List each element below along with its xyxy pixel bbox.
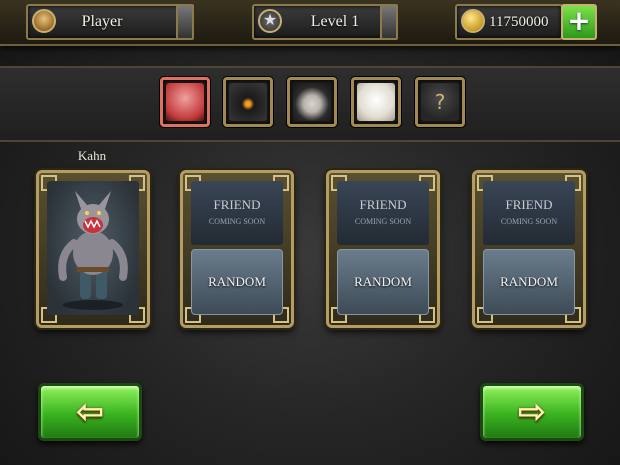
player-panel[interactable]: Player [26,4,194,40]
werewolf-figure [58,191,128,310]
friend-slot-card-2: FRIEND COMING SOON RANDOM [326,170,440,328]
back-button[interactable]: ⇦ [38,383,142,441]
friend-title: FRIEND [213,197,261,212]
friend-slot-panel: FRIEND COMING SOON [337,181,429,245]
friend-slot-panel: FRIEND COMING SOON [483,181,575,245]
pumpkin-portrait[interactable] [223,77,273,127]
coming-soon-label: COMING SOON [500,217,558,226]
werewolf-character-art [47,181,139,315]
coming-soon-label: COMING SOON [208,217,266,226]
werewolf-portrait-art [166,83,204,121]
pumpkin-portrait-art [229,83,267,121]
vampire-portrait-art [293,83,331,121]
add-coins-button[interactable]: + [561,4,597,40]
locked-portrait[interactable]: ? [415,77,465,127]
friend-title: FRIEND [505,197,553,212]
random-button[interactable]: RANDOM [483,249,575,315]
next-button[interactable]: ⇨ [480,383,584,441]
yeti-portrait[interactable] [351,77,401,127]
level-panel-endcap [380,4,398,40]
player-name: Player [81,13,123,30]
question-mark-icon: ? [434,90,446,114]
friend-title: FRIEND [359,197,407,212]
player-panel-endcap [176,4,194,40]
coins-panel: 11750000 [455,4,563,40]
random-button[interactable]: RANDOM [191,249,283,315]
level-label: Level 1 [310,13,360,30]
friend-slot-card-1: FRIEND COMING SOON RANDOM [180,170,294,328]
vampire-portrait[interactable] [287,77,337,127]
werewolf-portrait[interactable] [160,77,210,127]
friend-slot-panel: FRIEND COMING SOON [191,181,283,245]
selected-character-name: Kahn [77,148,107,163]
coin-count: 11750000 [489,14,549,30]
top-hud-bar: Player ★ Level 1 11750000 + [0,0,620,46]
random-button[interactable]: RANDOM [337,249,429,315]
silhouette-art: ? [421,83,459,121]
coin-icon [461,9,485,33]
coming-soon-label: COMING SOON [354,217,412,226]
arrow-right-icon: ⇨ [517,392,547,432]
friend-slot-card-3: FRIEND COMING SOON RANDOM [472,170,586,328]
level-panel: ★ Level 1 [252,4,398,40]
plus-icon: + [567,4,591,37]
selected-character-card[interactable] [36,170,150,328]
yeti-portrait-art [357,83,395,121]
arrow-left-icon: ⇦ [75,392,105,432]
